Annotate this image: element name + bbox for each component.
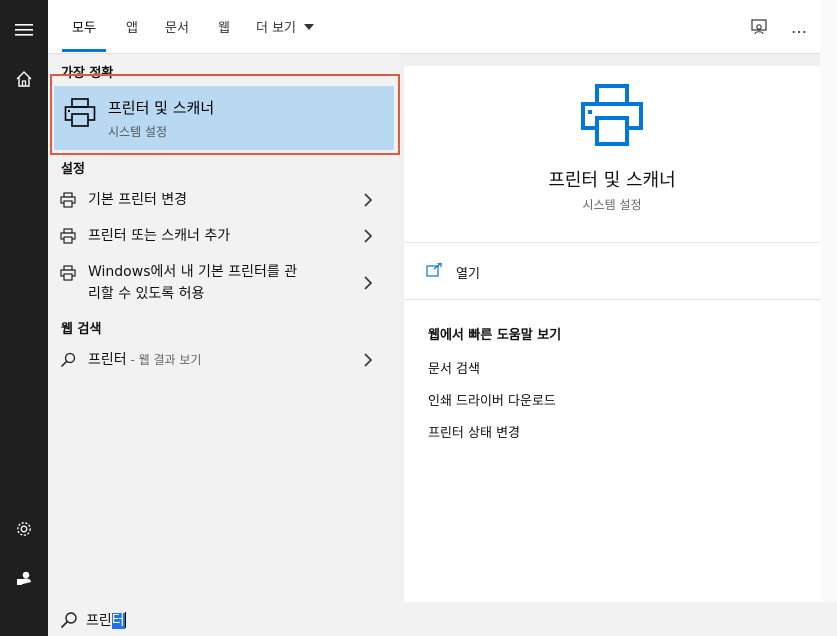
- preview-panel: 프린터 및 스캐너 시스템 설정 열기 웹에서 빠른 도움말 보기 문서 검색 …: [404, 66, 820, 602]
- printer-icon: [60, 228, 76, 244]
- tab-web[interactable]: 웹: [218, 17, 230, 36]
- list-item-label: 프린터 또는 스캐너 추가: [88, 228, 231, 244]
- best-match-item[interactable]: 프린터 및 스캐너 시스템 설정: [54, 86, 394, 150]
- hamburger-icon[interactable]: [12, 18, 36, 42]
- tab-all[interactable]: 모두: [72, 17, 96, 36]
- web-search-item[interactable]: 프린터 - 웹 결과 보기: [48, 348, 398, 372]
- more-options-icon[interactable]: …: [788, 16, 810, 38]
- list-item[interactable]: Windows에서 내 기본 프린터를 관 리할 수 있도록 허용: [48, 260, 398, 306]
- search-icon: [60, 352, 76, 368]
- active-tab-indicator: [62, 49, 106, 52]
- chevron-right-icon: [364, 353, 373, 367]
- account-icon[interactable]: [12, 566, 36, 590]
- printer-icon: [60, 192, 76, 208]
- open-external-icon: [426, 263, 442, 277]
- web-search-label: 프린터 - 웹 결과 보기: [88, 349, 201, 371]
- quick-help-heading: 웹에서 빠른 도움말 보기: [428, 328, 562, 343]
- search-icon: [60, 612, 77, 629]
- web-search-query: 프린터: [88, 352, 127, 368]
- help-link-printer-status[interactable]: 프린터 상태 변경: [428, 422, 520, 441]
- chevron-right-icon: [364, 229, 373, 243]
- search-bar[interactable]: 프린터: [48, 602, 837, 636]
- tab-more-label: 더 보기: [256, 21, 297, 36]
- list-item-label-line2: 리할 수 있도록 허용: [88, 286, 205, 302]
- feedback-icon[interactable]: [748, 16, 770, 38]
- web-search-suffix: - 웹 결과 보기: [126, 353, 202, 367]
- list-item-label-line1: Windows에서 내 기본 프린터를 관: [88, 264, 298, 280]
- chevron-down-icon: [304, 24, 315, 30]
- search-text: 프린: [86, 613, 112, 629]
- preview-subtitle: 시스템 설정: [582, 198, 642, 212]
- help-link-document-search[interactable]: 문서 검색: [428, 358, 480, 377]
- preview-title: 프린터 및 스캐너: [548, 170, 676, 191]
- tab-documents[interactable]: 문서: [165, 17, 189, 36]
- list-item-label: 기본 프린터 변경: [88, 192, 188, 208]
- best-match-subtitle: 시스템 설정: [108, 125, 168, 139]
- divider: [404, 242, 820, 243]
- help-link-driver-download[interactable]: 인쇄 드라이버 다운로드: [428, 390, 556, 409]
- gear-icon[interactable]: [12, 517, 36, 541]
- search-input[interactable]: 프린터: [86, 610, 126, 630]
- web-search-heading: 웹 검색: [61, 322, 102, 337]
- tab-bar: 모두 앱 문서 웹 더 보기 …: [48, 0, 837, 54]
- results-panel: 가장 정확 프린터 및 스캐너 시스템 설정 설정 기본 프린터 변경 프린터 …: [48, 54, 400, 602]
- best-match-focus: 프린터 및 스캐너 시스템 설정: [50, 74, 400, 155]
- printer-icon: [64, 98, 96, 132]
- tab-more[interactable]: 더 보기: [256, 17, 315, 36]
- left-rail: [0, 0, 48, 636]
- divider: [404, 299, 820, 300]
- background-window: [820, 0, 837, 602]
- printer-icon: [60, 265, 76, 281]
- chevron-right-icon: [364, 193, 373, 207]
- chevron-right-icon: [364, 276, 373, 290]
- list-item[interactable]: 기본 프린터 변경: [48, 188, 398, 212]
- text-caret: [124, 612, 126, 628]
- open-label: 열기: [456, 267, 480, 282]
- tab-apps[interactable]: 앱: [126, 17, 138, 36]
- printer-large-icon: [580, 84, 644, 150]
- search-text-selected: 터: [111, 613, 125, 629]
- home-icon[interactable]: [12, 67, 36, 91]
- best-match-title: 프린터 및 스캐너: [108, 99, 215, 117]
- settings-heading: 설정: [61, 162, 85, 177]
- list-item[interactable]: 프린터 또는 스캐너 추가: [48, 224, 398, 248]
